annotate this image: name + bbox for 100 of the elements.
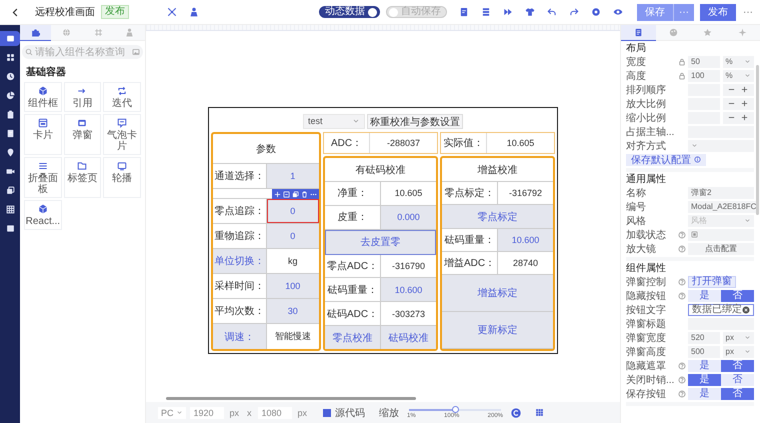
save-default-button[interactable]: 保存默认配置 xyxy=(626,154,706,166)
component-tile[interactable]: 气泡卡片 xyxy=(103,114,141,155)
expand-icon[interactable] xyxy=(167,7,177,17)
input-field[interactable]: 弹窗2 xyxy=(688,186,754,198)
image-icon xyxy=(132,48,140,56)
title-button[interactable]: 称重校准与参数设置 xyxy=(367,114,463,128)
value-field[interactable]: 10.600 xyxy=(381,278,436,302)
refresh-icon[interactable] xyxy=(511,408,522,418)
input-field[interactable] xyxy=(688,228,754,240)
help-icon[interactable] xyxy=(678,244,686,252)
input-field[interactable]: 50 xyxy=(688,56,720,68)
more-button[interactable]: ··· xyxy=(673,4,694,20)
open-button[interactable]: 打开弹窗 xyxy=(688,276,736,288)
select-field[interactable]: test xyxy=(303,114,365,128)
undo-icon[interactable] xyxy=(547,7,557,17)
help-icon[interactable] xyxy=(678,376,686,384)
stepper[interactable] xyxy=(722,84,754,96)
option-button[interactable]: 是 xyxy=(688,360,721,372)
lock-icon[interactable] xyxy=(678,72,686,80)
redo-icon[interactable] xyxy=(569,7,579,17)
unit-select[interactable]: px xyxy=(722,332,754,344)
publish-button[interactable]: 发布 xyxy=(700,4,736,20)
option-button[interactable]: 否 xyxy=(721,290,754,302)
action-button[interactable]: 更新标定 xyxy=(442,312,553,349)
width-field[interactable]: 1920 xyxy=(190,406,224,418)
component-tile[interactable]: 折叠面板 xyxy=(24,157,62,198)
panel-tab[interactable] xyxy=(20,25,52,41)
component-tile[interactable]: 组件框 xyxy=(24,82,62,112)
component-tile[interactable]: React... xyxy=(24,200,62,230)
help-icon[interactable] xyxy=(678,230,686,238)
value-field[interactable]: 0.000 xyxy=(381,206,436,229)
action-button[interactable]: 增益标定 xyxy=(442,275,553,312)
delete-icon[interactable] xyxy=(301,190,308,198)
card-icon xyxy=(38,118,48,128)
card-title: 有砝码校准 xyxy=(325,158,436,182)
checkbox[interactable] xyxy=(323,408,332,416)
save-button[interactable]: 保存 xyxy=(637,4,673,20)
height-field[interactable]: 1080 xyxy=(258,406,292,418)
scroll-thumb[interactable] xyxy=(166,397,416,400)
input-field[interactable]: 数据已绑定 xyxy=(688,304,754,316)
config-button[interactable]: 点击配置 xyxy=(688,242,754,254)
option-button[interactable]: 否 xyxy=(721,374,754,386)
component-tile[interactable]: 引用 xyxy=(64,82,102,112)
component-tile[interactable]: 弹窗 xyxy=(64,114,102,155)
value-field[interactable]: 100 xyxy=(266,274,319,298)
search-field[interactable]: 请输入组件名称查询 xyxy=(22,45,143,59)
action-button[interactable]: 砝码校准 xyxy=(380,326,436,350)
stepper[interactable] xyxy=(722,98,754,110)
slider-thumb[interactable] xyxy=(452,406,459,413)
unit-select[interactable]: px xyxy=(722,346,754,358)
action-button[interactable]: 零点校准 xyxy=(325,326,380,350)
panel-tab[interactable] xyxy=(621,25,656,41)
unit-select[interactable]: % xyxy=(722,70,754,82)
input-field[interactable]: 500 xyxy=(688,346,720,358)
option-button[interactable]: 是 xyxy=(688,290,721,302)
action-button[interactable]: 零点标定 xyxy=(442,205,553,229)
action-button[interactable]: 去皮置零 xyxy=(325,230,436,255)
stepper[interactable] xyxy=(722,112,754,124)
option-button[interactable]: 否 xyxy=(721,360,754,372)
nav-item[interactable] xyxy=(0,31,20,46)
unit-select[interactable]: % xyxy=(722,56,754,68)
plus-icon[interactable] xyxy=(741,100,748,107)
input-field[interactable]: 520 xyxy=(688,332,720,344)
help-icon[interactable] xyxy=(678,390,686,398)
person-icon[interactable] xyxy=(189,7,199,17)
component-tile[interactable]: 卡片 xyxy=(24,114,62,155)
copy-icon[interactable] xyxy=(292,190,299,198)
help-icon[interactable] xyxy=(678,362,686,370)
clear-icon[interactable] xyxy=(742,306,750,314)
value-field[interactable]: 1 xyxy=(266,164,319,188)
option-button[interactable]: 是 xyxy=(688,374,721,386)
grid-icon[interactable] xyxy=(535,408,544,417)
picker-icon[interactable] xyxy=(691,231,698,238)
value-field[interactable]: 0 xyxy=(266,224,319,248)
collapse-icon[interactable] xyxy=(283,190,290,198)
page-icon[interactable] xyxy=(459,7,469,17)
lock-icon[interactable] xyxy=(678,58,686,66)
component-tile[interactable]: 轮播 xyxy=(103,157,141,198)
help-icon[interactable] xyxy=(678,292,686,300)
plus-icon[interactable] xyxy=(741,114,748,121)
select-field[interactable] xyxy=(688,140,754,152)
device-select[interactable]: PC xyxy=(158,406,186,418)
forward-icon[interactable] xyxy=(503,7,513,17)
input-field[interactable] xyxy=(688,318,754,330)
plus-icon[interactable] xyxy=(741,86,748,93)
component-tile[interactable]: 标签页 xyxy=(64,157,102,198)
stack-icon[interactable] xyxy=(481,7,491,17)
shirt-icon[interactable] xyxy=(525,7,535,17)
value-field[interactable]: 30 xyxy=(266,299,319,323)
option-button[interactable]: 是 xyxy=(688,388,721,400)
component-tile[interactable]: 迭代 xyxy=(103,82,141,112)
option-button[interactable]: 否 xyxy=(721,388,754,400)
help-icon[interactable] xyxy=(678,278,686,286)
input-field[interactable]: 100 xyxy=(688,70,720,82)
settings-icon[interactable] xyxy=(591,7,601,17)
toggle-switch[interactable]: 动态数据 xyxy=(319,6,380,18)
eye-icon[interactable] xyxy=(613,7,623,17)
value-field[interactable]: 10.600 xyxy=(498,228,553,252)
more-button[interactable]: ··· xyxy=(742,4,754,20)
value-field[interactable]: 0 xyxy=(266,199,319,223)
